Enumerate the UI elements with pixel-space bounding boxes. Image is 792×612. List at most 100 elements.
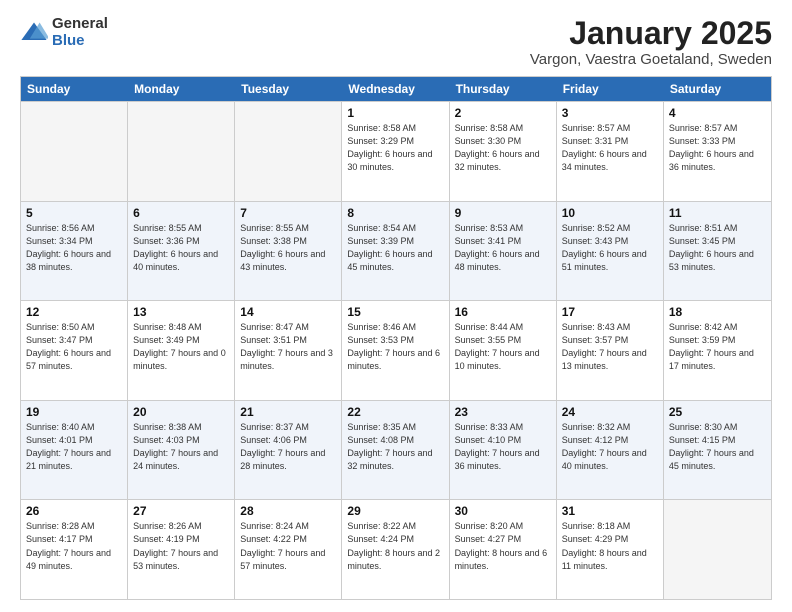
calendar-cell: 24 Sunrise: 8:32 AM Sunset: 4:12 PM Dayli… [557,401,664,500]
cell-details: Sunrise: 8:20 AM Sunset: 4:27 PM Dayligh… [455,520,551,572]
cell-details: Sunrise: 8:42 AM Sunset: 3:59 PM Dayligh… [669,321,766,373]
day-number: 23 [455,405,551,419]
calendar-cell: 30 Sunrise: 8:20 AM Sunset: 4:27 PM Dayli… [450,500,557,599]
cell-details: Sunrise: 8:56 AM Sunset: 3:34 PM Dayligh… [26,222,122,274]
calendar-header: SundayMondayTuesdayWednesdayThursdayFrid… [21,77,771,101]
calendar-cell: 12 Sunrise: 8:50 AM Sunset: 3:47 PM Dayli… [21,301,128,400]
calendar-cell [128,102,235,201]
calendar-cell: 31Sunrise: 8:18 AM Sunset: 4:29 PM Dayli… [557,500,664,599]
cell-details: Sunrise: 8:57 AM Sunset: 3:33 PM Dayligh… [669,122,766,174]
calendar-cell: 1 Sunrise: 8:58 AM Sunset: 3:29 PM Daylig… [342,102,449,201]
day-number: 30 [455,504,551,518]
cell-details: Sunrise: 8:22 AM Sunset: 4:24 PM Dayligh… [347,520,443,572]
day-number: 20 [133,405,229,419]
calendar-row: 26Sunrise: 8:28 AM Sunset: 4:17 PM Dayli… [21,499,771,599]
logo-blue-text: Blue [52,33,108,50]
calendar-header-cell: Wednesday [342,77,449,101]
cell-details: Sunrise: 8:38 AM Sunset: 4:03 PM Dayligh… [133,421,229,473]
calendar-cell: 25Sunrise: 8:30 AM Sunset: 4:15 PM Dayli… [664,401,771,500]
calendar-cell [235,102,342,201]
calendar-cell: 27Sunrise: 8:26 AM Sunset: 4:19 PM Dayli… [128,500,235,599]
day-number: 29 [347,504,443,518]
calendar-cell: 19 Sunrise: 8:40 AM Sunset: 4:01 PM Dayli… [21,401,128,500]
day-number: 6 [133,206,229,220]
day-number: 8 [347,206,443,220]
day-number: 3 [562,106,658,120]
day-number: 2 [455,106,551,120]
calendar: SundayMondayTuesdayWednesdayThursdayFrid… [20,76,772,600]
cell-details: Sunrise: 8:55 AM Sunset: 3:36 PM Dayligh… [133,222,229,274]
cell-details: Sunrise: 8:57 AM Sunset: 3:31 PM Dayligh… [562,122,658,174]
day-number: 10 [562,206,658,220]
cell-details: Sunrise: 8:53 AM Sunset: 3:41 PM Dayligh… [455,222,551,274]
calendar-cell: 14Sunrise: 8:47 AM Sunset: 3:51 PM Dayli… [235,301,342,400]
cell-details: Sunrise: 8:58 AM Sunset: 3:29 PM Dayligh… [347,122,443,174]
title-block: January 2025 Vargon, Vaestra Goetaland, … [530,16,772,68]
cell-details: Sunrise: 8:48 AM Sunset: 3:49 PM Dayligh… [133,321,229,373]
cell-details: Sunrise: 8:18 AM Sunset: 4:29 PM Dayligh… [562,520,658,572]
cell-details: Sunrise: 8:50 AM Sunset: 3:47 PM Dayligh… [26,321,122,373]
day-number: 13 [133,305,229,319]
calendar-cell: 7 Sunrise: 8:55 AM Sunset: 3:38 PM Daylig… [235,202,342,301]
day-number: 24 [562,405,658,419]
day-number: 9 [455,206,551,220]
calendar-row: 19 Sunrise: 8:40 AM Sunset: 4:01 PM Dayli… [21,400,771,500]
cell-details: Sunrise: 8:37 AM Sunset: 4:06 PM Dayligh… [240,421,336,473]
day-number: 4 [669,106,766,120]
calendar-header-cell: Sunday [21,77,128,101]
calendar-header-cell: Friday [557,77,664,101]
calendar-cell: 21Sunrise: 8:37 AM Sunset: 4:06 PM Dayli… [235,401,342,500]
calendar-cell: 28 Sunrise: 8:24 AM Sunset: 4:22 PM Dayli… [235,500,342,599]
calendar-cell: 8 Sunrise: 8:54 AM Sunset: 3:39 PM Daylig… [342,202,449,301]
day-number: 14 [240,305,336,319]
calendar-cell: 5 Sunrise: 8:56 AM Sunset: 3:34 PM Daylig… [21,202,128,301]
calendar-subtitle: Vargon, Vaestra Goetaland, Sweden [530,51,772,68]
calendar-cell: 3 Sunrise: 8:57 AM Sunset: 3:31 PM Daylig… [557,102,664,201]
calendar-cell: 16Sunrise: 8:44 AM Sunset: 3:55 PM Dayli… [450,301,557,400]
calendar-cell: 9 Sunrise: 8:53 AM Sunset: 3:41 PM Daylig… [450,202,557,301]
cell-details: Sunrise: 8:58 AM Sunset: 3:30 PM Dayligh… [455,122,551,174]
calendar-body: 1 Sunrise: 8:58 AM Sunset: 3:29 PM Daylig… [21,101,771,599]
cell-details: Sunrise: 8:40 AM Sunset: 4:01 PM Dayligh… [26,421,122,473]
day-number: 11 [669,206,766,220]
calendar-cell [21,102,128,201]
cell-details: Sunrise: 8:28 AM Sunset: 4:17 PM Dayligh… [26,520,122,572]
day-number: 12 [26,305,122,319]
day-number: 22 [347,405,443,419]
logo: General Blue [20,16,108,49]
cell-details: Sunrise: 8:52 AM Sunset: 3:43 PM Dayligh… [562,222,658,274]
calendar-cell: 4 Sunrise: 8:57 AM Sunset: 3:33 PM Daylig… [664,102,771,201]
day-number: 7 [240,206,336,220]
calendar-cell: 10 Sunrise: 8:52 AM Sunset: 3:43 PM Dayli… [557,202,664,301]
calendar-row: 12 Sunrise: 8:50 AM Sunset: 3:47 PM Dayli… [21,300,771,400]
calendar-cell: 17Sunrise: 8:43 AM Sunset: 3:57 PM Dayli… [557,301,664,400]
day-number: 5 [26,206,122,220]
cell-details: Sunrise: 8:33 AM Sunset: 4:10 PM Dayligh… [455,421,551,473]
calendar-cell: 18 Sunrise: 8:42 AM Sunset: 3:59 PM Dayli… [664,301,771,400]
day-number: 19 [26,405,122,419]
day-number: 16 [455,305,551,319]
day-number: 28 [240,504,336,518]
calendar-cell: 15Sunrise: 8:46 AM Sunset: 3:53 PM Dayli… [342,301,449,400]
calendar-header-cell: Tuesday [235,77,342,101]
calendar-header-cell: Monday [128,77,235,101]
logo-general-text: General [52,16,108,33]
calendar-cell: 6 Sunrise: 8:55 AM Sunset: 3:36 PM Daylig… [128,202,235,301]
cell-details: Sunrise: 8:54 AM Sunset: 3:39 PM Dayligh… [347,222,443,274]
cell-details: Sunrise: 8:35 AM Sunset: 4:08 PM Dayligh… [347,421,443,473]
page: General Blue January 2025 Vargon, Vaestr… [0,0,792,612]
calendar-cell [664,500,771,599]
cell-details: Sunrise: 8:51 AM Sunset: 3:45 PM Dayligh… [669,222,766,274]
day-number: 15 [347,305,443,319]
calendar-title: January 2025 [530,16,772,51]
calendar-cell: 22 Sunrise: 8:35 AM Sunset: 4:08 PM Dayli… [342,401,449,500]
day-number: 17 [562,305,658,319]
day-number: 25 [669,405,766,419]
cell-details: Sunrise: 8:55 AM Sunset: 3:38 PM Dayligh… [240,222,336,274]
day-number: 18 [669,305,766,319]
cell-details: Sunrise: 8:32 AM Sunset: 4:12 PM Dayligh… [562,421,658,473]
day-number: 1 [347,106,443,120]
logo-icon [20,19,48,47]
cell-details: Sunrise: 8:24 AM Sunset: 4:22 PM Dayligh… [240,520,336,572]
day-number: 27 [133,504,229,518]
